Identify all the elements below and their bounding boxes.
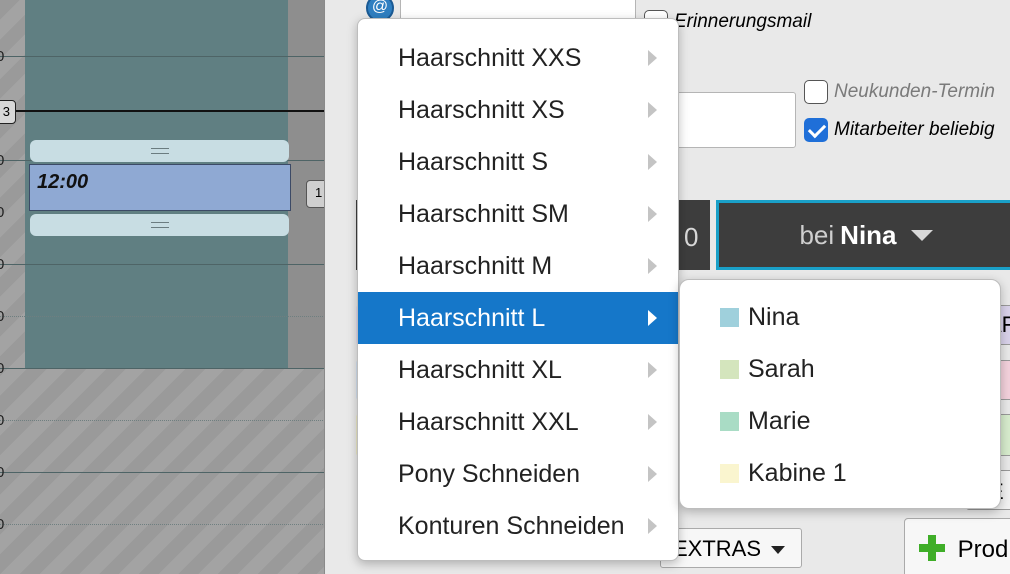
chevron-right-icon bbox=[648, 466, 657, 482]
add-product-label: Prod bbox=[957, 536, 1009, 563]
chevron-right-icon bbox=[648, 154, 657, 170]
new-customer-label: Neukunden-Termin bbox=[834, 81, 995, 102]
plus-icon bbox=[919, 535, 945, 561]
menu-item-haarschnitt-l[interactable]: Haarschnitt L bbox=[358, 292, 678, 344]
menu-item-haarschnitt-m[interactable]: Haarschnitt M bbox=[358, 240, 678, 292]
calendar-time-tick: 0 bbox=[0, 360, 4, 377]
menu-item-haarschnitt-xxl[interactable]: Haarschnitt XXL bbox=[358, 396, 678, 448]
menu-item-label: Haarschnitt XXL bbox=[398, 407, 579, 436]
extras-label: EXTRAS bbox=[673, 536, 762, 561]
calendar-grid-line bbox=[0, 316, 324, 317]
menu-item-label: Haarschnitt XL bbox=[398, 355, 562, 384]
grip-icon bbox=[150, 148, 169, 154]
grip-icon bbox=[150, 222, 169, 228]
calendar-grid-line bbox=[0, 56, 324, 57]
any-staff-checkbox[interactable] bbox=[804, 118, 828, 142]
menu-item-haarschnitt-s[interactable]: Haarschnitt S bbox=[358, 136, 678, 188]
staff-select-button[interactable]: bei Nina bbox=[716, 200, 1010, 270]
staff-submenu: Nina Sarah Marie Kabine 1 bbox=[679, 279, 1001, 509]
add-product-button[interactable]: Prod bbox=[904, 518, 1010, 574]
submenu-item-label: Sarah bbox=[748, 354, 815, 383]
menu-item-label: Haarschnitt XXS bbox=[398, 43, 582, 72]
calendar-time-tick: 0 bbox=[0, 412, 4, 429]
chevron-right-icon bbox=[648, 414, 657, 430]
menu-item-pony-schneiden[interactable]: Pony Schneiden bbox=[358, 448, 678, 500]
chevron-right-icon bbox=[648, 518, 657, 534]
calendar-time-tick: 0 bbox=[0, 204, 4, 221]
menu-item-label: Konturen Schneiden bbox=[398, 511, 625, 540]
calendar-time-tick: 0 bbox=[0, 152, 4, 169]
staff-button-prefix: bei bbox=[799, 219, 835, 250]
new-customer-checkbox[interactable] bbox=[804, 80, 828, 104]
calendar-time-tick: 0 bbox=[0, 48, 4, 65]
any-staff-label: Mitarbeiter beliebig bbox=[834, 119, 995, 140]
calendar-time-tick: 0 bbox=[0, 256, 4, 273]
menu-item-haarschnitt-xs[interactable]: Haarschnitt XS bbox=[358, 84, 678, 136]
calendar-time-tick: 0 bbox=[0, 464, 4, 481]
submenu-item-label: Kabine 1 bbox=[748, 458, 847, 487]
current-time-line bbox=[0, 110, 324, 112]
calendar-grid-line bbox=[0, 264, 324, 265]
staff-button-name: Nina bbox=[840, 219, 897, 250]
submenu-item-sarah[interactable]: Sarah bbox=[680, 343, 1000, 395]
submenu-item-marie[interactable]: Marie bbox=[680, 395, 1000, 447]
appointment-resize-handle-bottom[interactable] bbox=[30, 214, 289, 236]
chevron-down-icon bbox=[910, 229, 933, 241]
current-time-badge: 3 bbox=[0, 100, 16, 124]
menu-item-label: Haarschnitt SM bbox=[398, 199, 569, 228]
staff-color-swatch bbox=[720, 411, 739, 431]
calendar-grid-line bbox=[0, 420, 324, 421]
calendar-time-tick: 0 bbox=[0, 308, 4, 325]
appointment-block[interactable]: 12:00 bbox=[29, 164, 291, 211]
chevron-right-icon bbox=[648, 258, 657, 274]
chevron-right-icon bbox=[648, 206, 657, 222]
menu-item-haarschnitt-xl[interactable]: Haarschnitt XL bbox=[358, 344, 678, 396]
menu-item-haarschnitt-sm[interactable]: Haarschnitt SM bbox=[358, 188, 678, 240]
calendar-time-tick: 0 bbox=[0, 516, 4, 533]
staff-color-swatch bbox=[720, 359, 739, 379]
calendar-grid-line bbox=[0, 368, 324, 369]
menu-item-label: Haarschnitt XS bbox=[398, 95, 565, 124]
chevron-right-icon bbox=[648, 362, 657, 378]
appointment-time: 12:00 bbox=[37, 171, 89, 193]
menu-item-label: Haarschnitt L bbox=[398, 303, 546, 332]
menu-item-label: Pony Schneiden bbox=[398, 459, 581, 488]
menu-item-haarschnitt-xxs[interactable]: Haarschnitt XXS bbox=[358, 32, 678, 84]
menu-item-konturen-schneiden[interactable]: Konturen Schneiden bbox=[358, 500, 678, 552]
submenu-item-kabine-1[interactable]: Kabine 1 bbox=[680, 447, 1000, 499]
staff-color-swatch bbox=[720, 307, 739, 327]
calendar-pane: 0 0 0 0 0 0 0 0 0 3 12:00 1 bbox=[0, 0, 325, 574]
calendar-grid-line bbox=[0, 524, 324, 525]
reminder-label: Erinnerungsmail bbox=[674, 11, 812, 32]
caret-down-icon bbox=[771, 546, 786, 555]
submenu-item-label: Marie bbox=[748, 406, 811, 435]
menu-item-label: Haarschnitt M bbox=[398, 251, 553, 280]
calendar-side-tab[interactable]: 1 bbox=[306, 180, 324, 208]
staff-color-swatch bbox=[720, 463, 739, 483]
chevron-right-icon bbox=[648, 102, 657, 118]
chevron-right-icon bbox=[648, 50, 657, 66]
notes-input[interactable] bbox=[666, 92, 796, 148]
submenu-item-label: Nina bbox=[748, 302, 800, 331]
chevron-right-icon bbox=[648, 310, 657, 326]
submenu-item-nina[interactable]: Nina bbox=[680, 291, 1000, 343]
extras-dropdown[interactable]: EXTRAS bbox=[660, 528, 802, 568]
time-button-label: 0 bbox=[684, 222, 699, 252]
calendar-grid-line bbox=[0, 472, 324, 473]
appointment-resize-handle-top[interactable] bbox=[30, 140, 289, 162]
service-dropdown-menu: Haarschnitt XXS Haarschnitt XS Haarschni… bbox=[357, 18, 679, 561]
menu-item-label: Haarschnitt S bbox=[398, 147, 549, 176]
